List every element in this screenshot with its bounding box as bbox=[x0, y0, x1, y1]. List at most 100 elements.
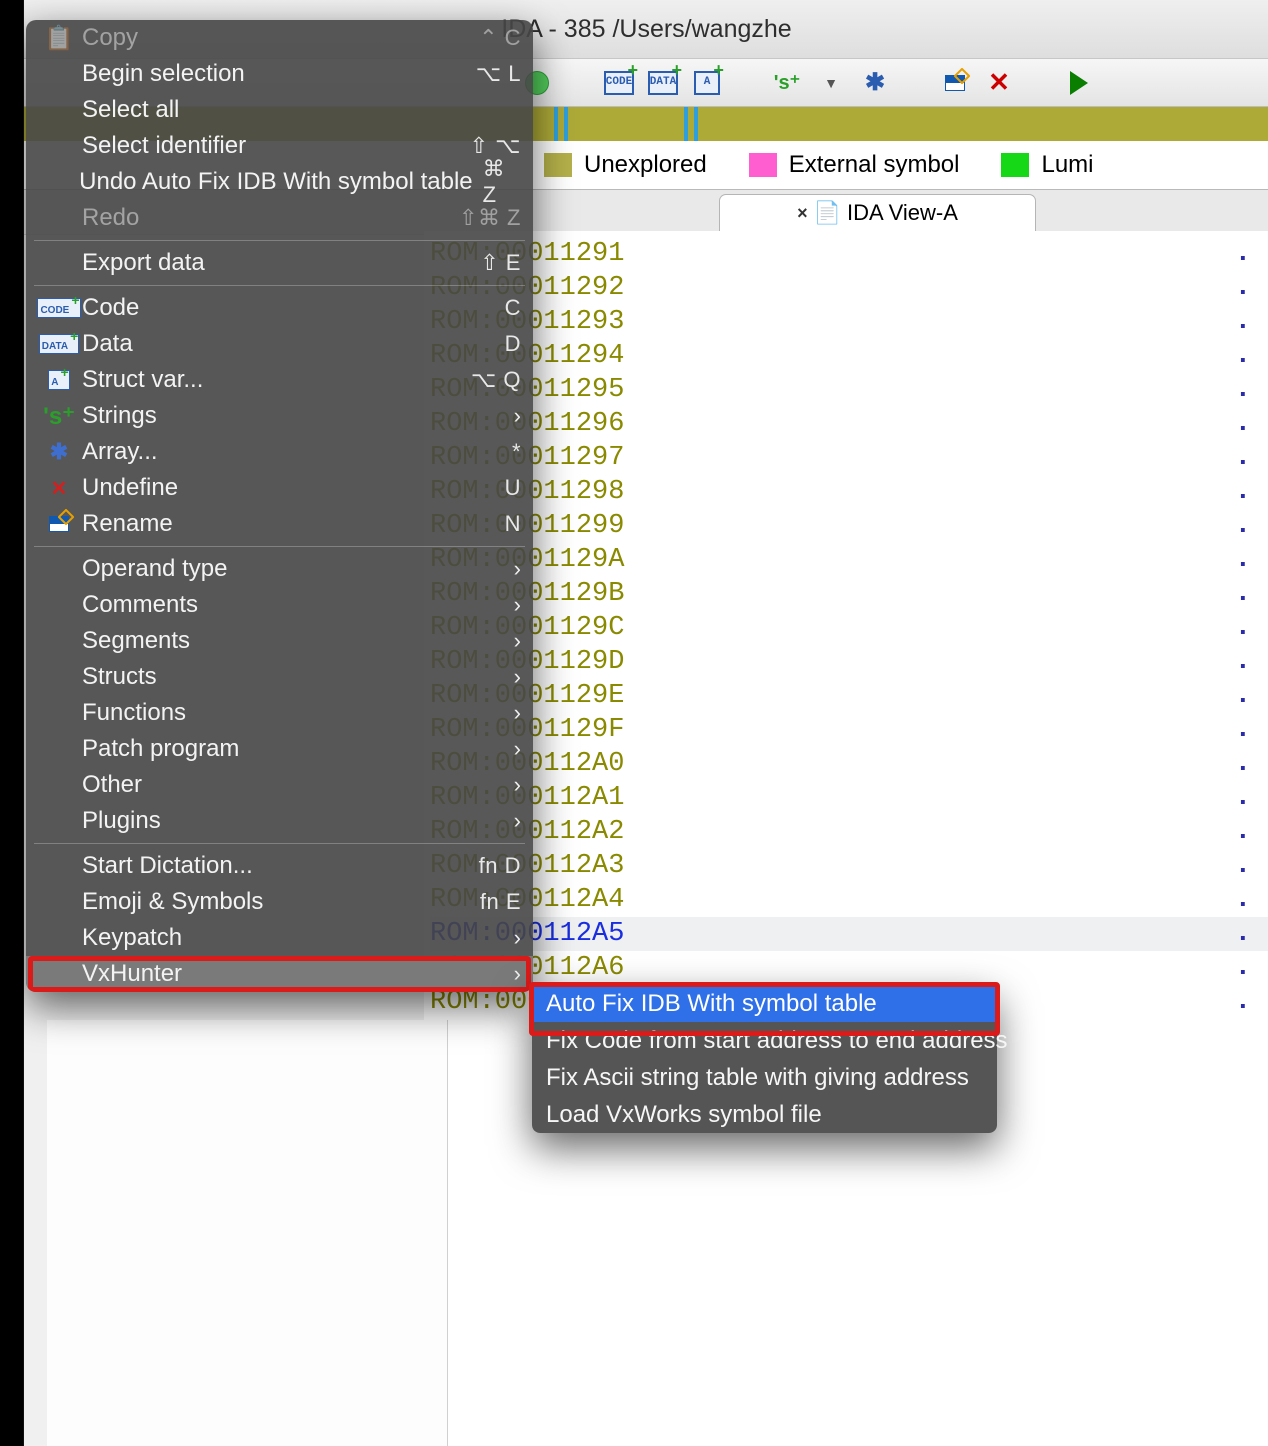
menu-item-label: Operand type bbox=[82, 555, 504, 583]
disassembly-view[interactable]: ROM:00011291.ROM:00011292.ROM:00011293.R… bbox=[424, 231, 1268, 1446]
menu-item-label: Start Dictation... bbox=[82, 852, 469, 880]
menu-item-label: Select identifier bbox=[82, 132, 460, 160]
submenu-item-1[interactable]: Fix Code from start address to end addre… bbox=[532, 1022, 997, 1059]
data-icon[interactable]: DATA bbox=[650, 70, 676, 96]
disasm-line[interactable]: ROM:00011295. bbox=[430, 373, 1268, 407]
chevron-right-icon: › bbox=[514, 736, 521, 762]
submenu-item-2[interactable]: Fix Ascii string table with giving addre… bbox=[532, 1059, 997, 1096]
disasm-line[interactable]: ROM:0001129A. bbox=[430, 543, 1268, 577]
menu-item-begin-selection[interactable]: Begin selection ⌥ L bbox=[26, 56, 533, 92]
pencil-icon bbox=[46, 516, 72, 532]
menu-item-export-data[interactable]: Export data ⇧ E bbox=[26, 245, 533, 281]
chevron-right-icon: › bbox=[514, 925, 521, 951]
menu-item-patch-program[interactable]: Patch program› bbox=[26, 731, 533, 767]
menu-item-data[interactable]: DATADataD bbox=[26, 326, 533, 362]
submenu-item-3[interactable]: Load VxWorks symbol file bbox=[532, 1096, 997, 1133]
disasm-line[interactable]: ROM:000112A1. bbox=[430, 781, 1268, 815]
menu-item-emoji-symbols[interactable]: Emoji & Symbolsfn E bbox=[26, 884, 533, 920]
undefine-icon[interactable]: ✕ bbox=[986, 70, 1012, 96]
disasm-line[interactable]: ROM:00011293. bbox=[430, 305, 1268, 339]
disasm-line[interactable]: ROM:000112A5. bbox=[430, 917, 1268, 951]
x-icon: ✕ bbox=[46, 476, 72, 501]
disasm-line[interactable]: ROM:000112A6. bbox=[430, 951, 1268, 985]
disasm-line[interactable]: ROM:00011298. bbox=[430, 475, 1268, 509]
menu-item-rename[interactable]: RenameN bbox=[26, 506, 533, 542]
menu-item-select-all[interactable]: Select all bbox=[26, 92, 533, 128]
menu-item-undefine[interactable]: ✕ Undefine U bbox=[26, 470, 533, 506]
disasm-line[interactable]: ROM:0001129C. bbox=[430, 611, 1268, 645]
chevron-right-icon: › bbox=[514, 592, 521, 618]
menu-item-operand-type[interactable]: Operand type › bbox=[26, 551, 533, 587]
menu-item-label: Emoji & Symbols bbox=[82, 888, 470, 916]
menu-item-shortcut: ⇧ E bbox=[480, 250, 521, 276]
menu-item-structs[interactable]: Structs› bbox=[26, 659, 533, 695]
strings-icon: 's⁺ bbox=[46, 402, 72, 431]
menu-item-functions[interactable]: Functions › bbox=[26, 695, 533, 731]
disasm-line[interactable]: ROM:0001129D. bbox=[430, 645, 1268, 679]
menu-item-label: Export data bbox=[82, 249, 470, 277]
disasm-line[interactable]: ROM:00011292. bbox=[430, 271, 1268, 305]
play-icon[interactable] bbox=[1066, 70, 1092, 96]
menu-item-label: Undefine bbox=[82, 474, 495, 502]
menu-item-label: Structs bbox=[82, 663, 504, 691]
menu-item-keypatch[interactable]: Keypatch› bbox=[26, 920, 533, 956]
menu-item-select-identifier[interactable]: Select identifier⇧ ⌥ bbox=[26, 128, 533, 164]
disasm-line[interactable]: ROM:0001129B. bbox=[430, 577, 1268, 611]
menu-item-redo: Redo⇧⌘ Z bbox=[26, 200, 533, 236]
menu-item-other[interactable]: Other › bbox=[26, 767, 533, 803]
menu-item-shortcut: ⌥ L bbox=[476, 61, 521, 87]
menu-item-array[interactable]: ✱Array...* bbox=[26, 434, 533, 470]
menu-item-label: Copy bbox=[82, 24, 469, 52]
disasm-line[interactable]: ROM:000112A0. bbox=[430, 747, 1268, 781]
code-icon[interactable]: CODE bbox=[606, 70, 632, 96]
menu-item-label: Data bbox=[82, 330, 495, 358]
menu-item-start-dictation[interactable]: Start Dictation...fn D bbox=[26, 848, 533, 884]
menu-item-plugins[interactable]: Plugins› bbox=[26, 803, 533, 839]
edit-icon[interactable] bbox=[942, 70, 968, 96]
disasm-line[interactable]: ROM:00011291. bbox=[430, 237, 1268, 271]
struct-icon[interactable]: A bbox=[694, 70, 720, 96]
disasm-line[interactable]: ROM:000112A4. bbox=[430, 883, 1268, 917]
menu-item-label: Begin selection bbox=[82, 60, 466, 88]
menu-item-label: Struct var... bbox=[82, 366, 461, 394]
chevron-right-icon: › bbox=[514, 772, 521, 798]
disasm-line[interactable]: ROM:00011297. bbox=[430, 441, 1268, 475]
menu-item-label: VxHunter bbox=[82, 960, 504, 988]
disasm-line[interactable]: ROM:00011294. bbox=[430, 339, 1268, 373]
disasm-line[interactable]: ROM:00011296. bbox=[430, 407, 1268, 441]
menu-item-label: Other bbox=[82, 771, 504, 799]
document-icon: 📄 bbox=[814, 200, 841, 226]
code-icon: CODE bbox=[46, 298, 72, 318]
strings-icon[interactable]: 's⁺ bbox=[774, 70, 800, 96]
menu-item-vxhunter[interactable]: VxHunter› bbox=[26, 956, 533, 992]
legend-swatch bbox=[544, 153, 572, 177]
dropdown-icon[interactable]: ▼ bbox=[818, 70, 844, 96]
menu-item-undo[interactable]: Undo Auto Fix IDB With symbol table⌘ Z bbox=[26, 164, 533, 200]
disasm-line[interactable]: ROM:00011299. bbox=[430, 509, 1268, 543]
disasm-line[interactable]: ROM:0001129E. bbox=[430, 679, 1268, 713]
submenu-item-0[interactable]: Auto Fix IDB With symbol table bbox=[532, 985, 997, 1022]
menu-item-label: Functions bbox=[82, 699, 504, 727]
menu-item-segments[interactable]: Segments› bbox=[26, 623, 533, 659]
copy-icon: 📋 bbox=[46, 24, 72, 53]
menu-item-struct-var[interactable]: AStruct var...⌥ Q bbox=[26, 362, 533, 398]
close-icon[interactable]: × bbox=[797, 203, 808, 224]
menu-item-shortcut: N bbox=[505, 511, 521, 537]
array-icon[interactable]: ✱ bbox=[862, 70, 888, 96]
window-title: IDA - 385 /Users/wangzhe bbox=[501, 15, 791, 44]
menu-item-label: Code bbox=[82, 294, 495, 322]
legend-label: External symbol bbox=[789, 151, 960, 179]
menu-item-shortcut: U bbox=[505, 475, 521, 501]
chevron-right-icon: › bbox=[514, 556, 521, 582]
disasm-line[interactable]: ROM:0001129F. bbox=[430, 713, 1268, 747]
chevron-right-icon: › bbox=[514, 700, 521, 726]
menu-item-comments[interactable]: Comments› bbox=[26, 587, 533, 623]
menu-item-strings[interactable]: 's⁺Strings› bbox=[26, 398, 533, 434]
legend-swatch bbox=[1001, 153, 1029, 177]
menu-item-code[interactable]: CODECodeC bbox=[26, 290, 533, 326]
tab-ida-view-a[interactable]: × 📄 IDA View-A bbox=[719, 194, 1036, 232]
chevron-right-icon: › bbox=[514, 628, 521, 654]
disasm-line[interactable]: ROM:000112A3. bbox=[430, 849, 1268, 883]
menu-item-label: Undo Auto Fix IDB With symbol table bbox=[79, 168, 473, 196]
disasm-line[interactable]: ROM:000112A2. bbox=[430, 815, 1268, 849]
